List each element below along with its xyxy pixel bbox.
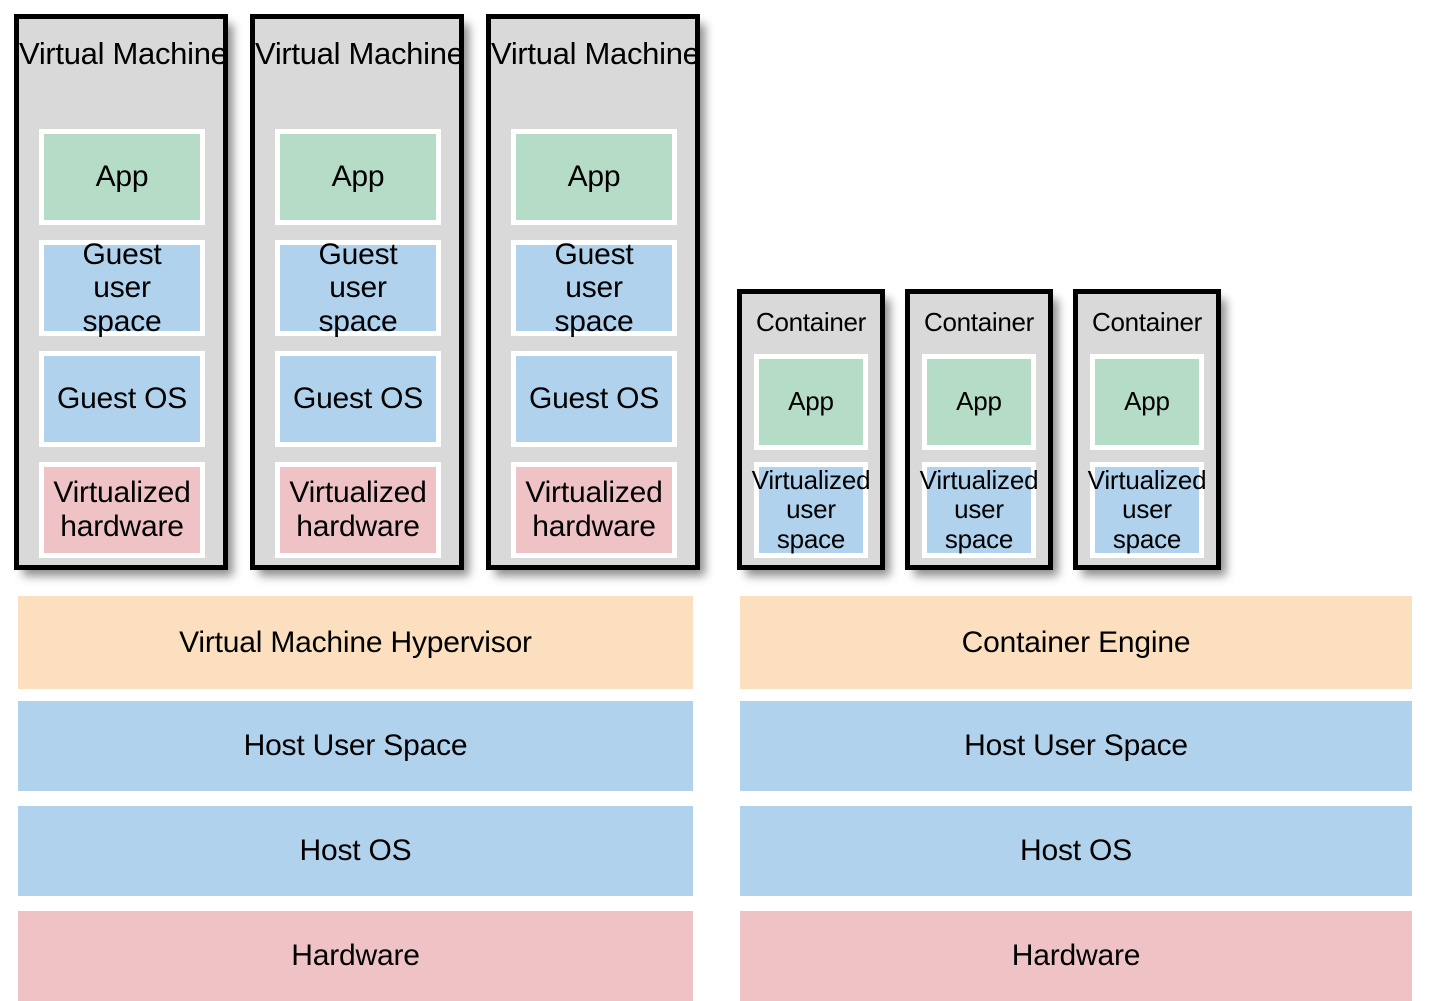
virtual-machine-title-2: Virtual Machine bbox=[255, 36, 464, 71]
vm-layer-app-2: App bbox=[275, 129, 441, 225]
container-title-2: Container bbox=[923, 307, 1035, 337]
container-box-1: Container App Virtualized user space bbox=[737, 289, 885, 570]
band-container-engine: Container Engine bbox=[740, 596, 1412, 689]
band-left-host-os-label: Host OS bbox=[299, 834, 412, 867]
container-layer-virtualized-user-space-2-label: Virtualized user space bbox=[919, 465, 1039, 554]
container-layer-app-2: App bbox=[922, 354, 1036, 450]
band-right-hardware-label: Hardware bbox=[1011, 939, 1141, 972]
container-layer-app-3-label: App bbox=[1095, 359, 1199, 445]
container-layer-virtualized-user-space-1-label: Virtualized user space bbox=[751, 465, 871, 554]
virtual-machine-box-1: Virtual Machine App Guest user space Gue… bbox=[14, 14, 228, 570]
container-layer-app-1-label: App bbox=[759, 359, 863, 445]
container-box-2: Container App Virtualized user space bbox=[905, 289, 1053, 570]
band-virtual-machine-hypervisor-label: Virtual Machine Hypervisor bbox=[179, 625, 532, 659]
band-left-hardware-label: Hardware bbox=[291, 939, 420, 972]
band-left-host-os: Host OS bbox=[18, 806, 693, 896]
vm-layer-guest-user-space-2-label: Guest user space bbox=[280, 238, 436, 338]
vm-layer-guest-os-3: Guest OS bbox=[511, 351, 677, 447]
vm-layer-virtualized-hardware-3: Virtualized hardware bbox=[511, 462, 677, 558]
vm-layer-guest-os-1-label: Guest OS bbox=[44, 356, 200, 442]
vm-layer-virtualized-hardware-1: Virtualized hardware bbox=[39, 462, 205, 558]
container-layer-virtualized-user-space-2: Virtualized user space bbox=[919, 462, 1039, 558]
band-left-host-user-space-label: Host User Space bbox=[243, 729, 468, 762]
container-layer-app-1: App bbox=[754, 354, 868, 450]
container-layer-app-3: App bbox=[1090, 354, 1204, 450]
vm-layer-guest-user-space-1: Guest user space bbox=[39, 238, 205, 338]
band-right-host-os: Host OS bbox=[740, 806, 1412, 896]
container-layer-virtualized-user-space-1: Virtualized user space bbox=[751, 462, 871, 558]
band-left-hardware: Hardware bbox=[18, 911, 693, 1001]
diagram-canvas: Virtual Machine App Guest user space Gue… bbox=[0, 0, 1437, 1001]
vm-layer-guest-user-space-3-label: Guest user space bbox=[516, 238, 672, 338]
vm-layer-virtualized-hardware-3-label: Virtualized hardware bbox=[516, 467, 672, 553]
band-right-host-os-label: Host OS bbox=[1020, 834, 1132, 867]
vm-layer-app-3: App bbox=[511, 129, 677, 225]
vm-layer-guest-user-space-3: Guest user space bbox=[511, 238, 677, 338]
vm-layer-app-1: App bbox=[39, 129, 205, 225]
virtual-machine-box-3: Virtual Machine App Guest user space Gue… bbox=[486, 14, 700, 570]
container-title-1: Container bbox=[755, 307, 867, 337]
vm-layer-app-2-label: App bbox=[280, 134, 436, 220]
vm-layer-guest-user-space-1-label: Guest user space bbox=[44, 238, 200, 338]
container-layer-virtualized-user-space-3: Virtualized user space bbox=[1087, 462, 1207, 558]
vm-layer-virtualized-hardware-1-label: Virtualized hardware bbox=[44, 467, 200, 553]
vm-layer-app-1-label: App bbox=[44, 134, 200, 220]
vm-layer-guest-os-2-label: Guest OS bbox=[280, 356, 436, 442]
vm-layer-guest-os-1: Guest OS bbox=[39, 351, 205, 447]
virtual-machine-title-1: Virtual Machine bbox=[19, 36, 228, 71]
virtual-machine-box-2: Virtual Machine App Guest user space Gue… bbox=[250, 14, 464, 570]
vm-layer-virtualized-hardware-2-label: Virtualized hardware bbox=[280, 467, 436, 553]
band-left-host-user-space: Host User Space bbox=[18, 701, 693, 791]
vm-layer-virtualized-hardware-2: Virtualized hardware bbox=[275, 462, 441, 558]
vm-layer-guest-user-space-2: Guest user space bbox=[275, 238, 441, 338]
band-container-engine-label: Container Engine bbox=[961, 625, 1191, 659]
container-title-3: Container bbox=[1091, 307, 1203, 337]
container-layer-virtualized-user-space-3-label: Virtualized user space bbox=[1087, 465, 1207, 554]
virtual-machine-title-3: Virtual Machine bbox=[491, 36, 700, 71]
vm-layer-app-3-label: App bbox=[516, 134, 672, 220]
band-right-host-user-space: Host User Space bbox=[740, 701, 1412, 791]
container-box-3: Container App Virtualized user space bbox=[1073, 289, 1221, 570]
band-right-host-user-space-label: Host User Space bbox=[964, 729, 1188, 762]
band-right-hardware: Hardware bbox=[740, 911, 1412, 1001]
vm-layer-guest-os-3-label: Guest OS bbox=[516, 356, 672, 442]
vm-layer-guest-os-2: Guest OS bbox=[275, 351, 441, 447]
band-virtual-machine-hypervisor: Virtual Machine Hypervisor bbox=[18, 596, 693, 689]
container-layer-app-2-label: App bbox=[927, 359, 1031, 445]
